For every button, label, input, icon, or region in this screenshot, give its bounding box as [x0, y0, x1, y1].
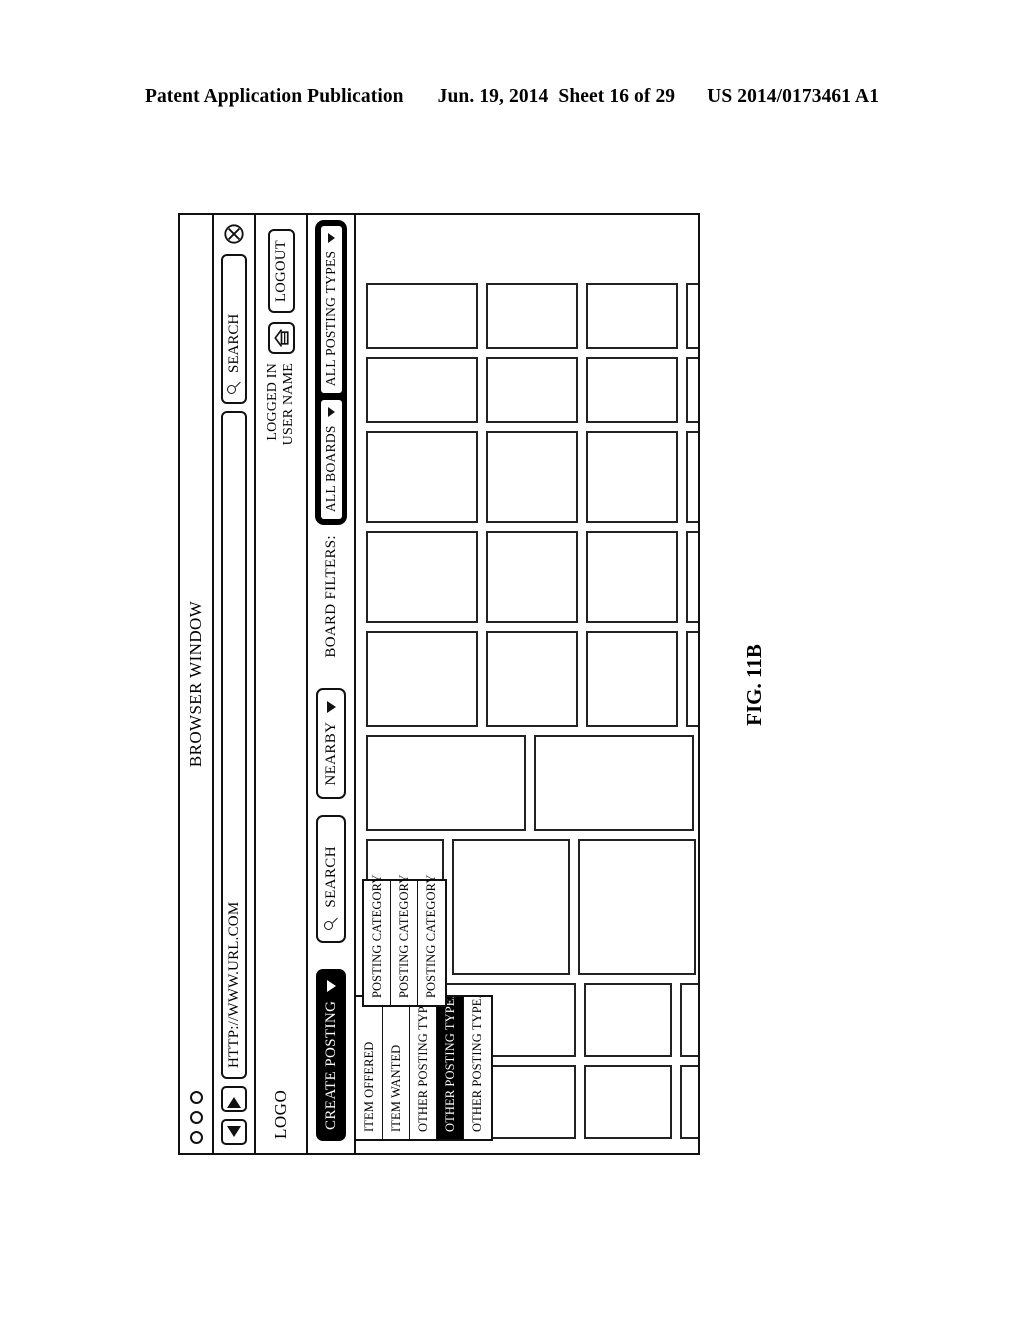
- patent-date: Jun. 19, 2014: [437, 86, 549, 107]
- patent-page-header: Patent Application Publication Jun. 19, 2…: [0, 86, 1024, 108]
- logout-label: LOGOUT: [272, 240, 289, 303]
- triangle-right-icon: [227, 1090, 241, 1108]
- posting-card[interactable]: [686, 531, 698, 623]
- browser-search-input[interactable]: SEARCH: [221, 254, 247, 404]
- create-posting-menu-item-label: OTHER POSTING TYPE..: [442, 997, 457, 1132]
- posting-category-submenu-item[interactable]: POSTING CATEGORY: [364, 875, 391, 1005]
- posting-card[interactable]: [366, 357, 478, 423]
- posting-category-submenu-item-label: POSTING CATEGORY: [396, 874, 411, 999]
- home-button[interactable]: [267, 322, 295, 355]
- posting-card[interactable]: [486, 631, 578, 727]
- browser-window: BROWSER WINDOW HTTP://WWW.URL.COM SEARCH: [178, 213, 700, 1155]
- posting-card[interactable]: [586, 431, 678, 523]
- back-button[interactable]: [221, 1119, 247, 1145]
- posting-card[interactable]: [686, 631, 698, 727]
- chevron-down-icon: [327, 232, 335, 243]
- logged-in-user-block: LOGGED IN USER NAME: [265, 363, 296, 445]
- board-filters-label: BOARD FILTERS:: [322, 535, 339, 658]
- board-filter-group: ALL BOARDS ALL POSTING TYPES: [315, 219, 347, 526]
- posting-card[interactable]: [366, 631, 478, 727]
- posting-card[interactable]: [686, 431, 698, 523]
- create-posting-menu-item[interactable]: OTHER POSTING TYPE..: [437, 997, 464, 1139]
- account-area: LOGGED IN USER NAME LOGOUT: [265, 229, 296, 445]
- app-search-label: SEARCH: [322, 846, 339, 908]
- figure-drawing-area: BROWSER WINDOW HTTP://WWW.URL.COM SEARCH: [178, 213, 700, 1155]
- posting-card[interactable]: [680, 983, 698, 1057]
- app-toolbar: CREATE POSTING SEARCH NEARBY BOARD FILTE…: [308, 215, 493, 1153]
- filter-all-boards-label: ALL BOARDS: [323, 425, 338, 513]
- filter-all-boards[interactable]: ALL BOARDS: [320, 400, 342, 520]
- posting-card[interactable]: [586, 357, 678, 423]
- create-posting-menu-item[interactable]: ITEM WANTED: [383, 997, 410, 1139]
- posting-card[interactable]: [534, 735, 694, 831]
- posting-card[interactable]: [366, 735, 526, 831]
- search-icon: [323, 915, 339, 930]
- posting-card[interactable]: [578, 839, 696, 975]
- filter-all-posting-types-label: ALL POSTING TYPES: [323, 250, 338, 387]
- forward-button[interactable]: [221, 1086, 247, 1112]
- chevron-down-icon: [326, 700, 336, 713]
- posting-card[interactable]: [586, 283, 678, 349]
- site-logo[interactable]: LOGO: [271, 1090, 291, 1139]
- posting-category-submenu-item[interactable]: POSTING CATEGORY: [391, 875, 418, 1005]
- posting-card[interactable]: [486, 431, 578, 523]
- patent-publication-number: US 2014/0173461 A1: [707, 86, 880, 107]
- chevron-down-icon: [326, 979, 336, 992]
- browser-search-label: SEARCH: [225, 313, 242, 373]
- posting-card[interactable]: [366, 431, 478, 523]
- posting-card[interactable]: [586, 631, 678, 727]
- patent-publication-label: Patent Application Publication: [144, 86, 404, 107]
- create-posting-menu-item-label: ITEM WANTED: [388, 1044, 403, 1132]
- window-dot-icon[interactable]: [189, 1111, 203, 1124]
- create-posting-menu-item-label: OTHER POSTING TYPE..: [470, 997, 484, 1132]
- window-control-dots: [189, 1091, 203, 1144]
- posting-category-submenu-item-label: POSTING CATEGORY: [424, 874, 438, 999]
- nearby-button[interactable]: NEARBY: [316, 687, 346, 799]
- window-dot-icon[interactable]: [189, 1131, 203, 1144]
- create-posting-menu-item[interactable]: OTHER POSTING TYPE..: [410, 997, 437, 1139]
- circle-x-icon[interactable]: [223, 223, 245, 245]
- create-posting-menu-item-label: OTHER POSTING TYPE..: [415, 997, 430, 1132]
- posting-card[interactable]: [452, 839, 570, 975]
- posting-card[interactable]: [486, 283, 578, 349]
- triangle-left-icon: [227, 1126, 241, 1138]
- filter-all-posting-types[interactable]: ALL POSTING TYPES: [320, 225, 342, 394]
- posting-card[interactable]: [486, 531, 578, 623]
- create-posting-menu-item[interactable]: OTHER POSTING TYPE..: [464, 997, 491, 1139]
- create-posting-dropdown-menu: ITEM OFFERED ITEM WANTED OTHER POSTING TYP…: [354, 995, 493, 1141]
- logout-button[interactable]: LOGOUT: [267, 229, 295, 314]
- figure-label: FIG. 11B: [742, 644, 766, 726]
- app-search-input[interactable]: SEARCH: [316, 814, 346, 943]
- posting-card[interactable]: [486, 357, 578, 423]
- create-posting-menu-item[interactable]: ITEM OFFERED: [356, 997, 383, 1139]
- posting-card[interactable]: [584, 983, 672, 1057]
- url-input[interactable]: HTTP://WWW.URL.COM: [221, 411, 247, 1079]
- url-text: HTTP://WWW.URL.COM: [225, 901, 242, 1068]
- browser-title-bar: BROWSER WINDOW: [180, 215, 214, 1153]
- create-posting-menu-item-label: ITEM OFFERED: [361, 1041, 376, 1132]
- posting-card[interactable]: [366, 531, 478, 623]
- posting-card[interactable]: [584, 1065, 672, 1139]
- posting-card[interactable]: [366, 283, 478, 349]
- nearby-label: NEARBY: [322, 721, 339, 786]
- patent-sheet-number: Sheet 16 of 29: [558, 86, 676, 107]
- posting-card[interactable]: [680, 1065, 698, 1139]
- home-icon: [273, 329, 289, 347]
- search-icon: [226, 379, 242, 394]
- window-dot-icon[interactable]: [189, 1091, 203, 1104]
- posting-card[interactable]: [586, 531, 678, 623]
- posting-card[interactable]: [686, 357, 698, 423]
- chevron-down-icon: [327, 407, 335, 418]
- browser-toolbar: HTTP://WWW.URL.COM SEARCH: [214, 215, 256, 1153]
- posting-card[interactable]: [686, 283, 698, 349]
- posting-category-submenu-item[interactable]: POSTING CATEGORY: [418, 875, 445, 1005]
- browser-window-title: BROWSER WINDOW: [186, 600, 205, 768]
- create-posting-button[interactable]: CREATE POSTING: [316, 968, 346, 1141]
- posting-category-submenu-item-label: POSTING CATEGORY: [369, 874, 384, 999]
- site-header: LOGO LOGGED IN USER NAME LOGOUT: [256, 215, 308, 1153]
- user-name-label: USER NAME: [281, 363, 296, 446]
- posting-category-submenu: POSTING CATEGORY POSTING CATEGORY POSTING …: [362, 875, 447, 1007]
- logged-in-label: LOGGED IN: [265, 363, 281, 441]
- create-posting-label: CREATE POSTING: [322, 1000, 339, 1130]
